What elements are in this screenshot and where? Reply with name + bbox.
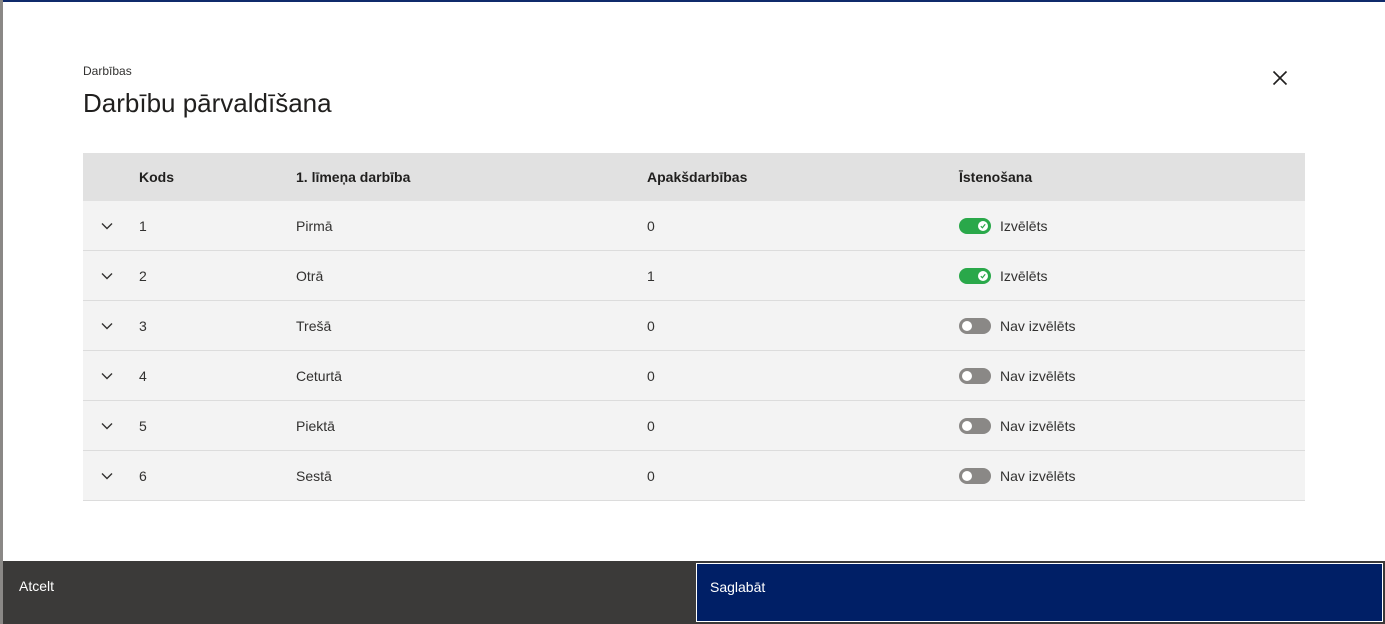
save-button-label: Saglabāt bbox=[710, 579, 766, 595]
implementation-toggle[interactable] bbox=[959, 417, 991, 434]
implementation-toggle[interactable] bbox=[959, 367, 991, 384]
expand-cell bbox=[83, 451, 131, 500]
cell-name: Otrā bbox=[296, 267, 324, 284]
toggle-knob bbox=[978, 270, 988, 281]
close-icon bbox=[1272, 70, 1288, 91]
cell-subactivities: 0 bbox=[647, 317, 655, 334]
cell-code: 2 bbox=[139, 267, 147, 284]
expand-cell bbox=[83, 301, 131, 350]
cell-code: 3 bbox=[139, 317, 147, 334]
check-icon bbox=[980, 223, 986, 229]
top-border bbox=[0, 0, 1385, 2]
toggle-knob bbox=[978, 220, 988, 231]
implementation-status: Nav izvēlēts bbox=[1000, 417, 1076, 434]
cell-name: Piektā bbox=[296, 417, 335, 434]
activities-grid: Kods 1. līmeņa darbība Apakšdarbības Īst… bbox=[83, 153, 1305, 501]
implementation-toggle[interactable] bbox=[959, 317, 991, 334]
cell-subactivities: 0 bbox=[647, 217, 655, 234]
table-row[interactable]: 5 Piektā 0 Nav izvēlēts bbox=[83, 401, 1305, 451]
cell-implementation: Nav izvēlēts bbox=[959, 301, 1075, 350]
cell-implementation: Izvēlēts bbox=[959, 251, 1047, 300]
cell-implementation: Nav izvēlēts bbox=[959, 401, 1075, 450]
cell-implementation: Izvēlēts bbox=[959, 201, 1047, 250]
chevron-down-icon[interactable] bbox=[100, 469, 114, 483]
cell-name: Sestā bbox=[296, 467, 332, 484]
expand-cell bbox=[83, 401, 131, 450]
breadcrumb: Darbības bbox=[83, 64, 132, 78]
grid-body: 1 Pirmā 0 Izvēlēts 2 Otrā 1 Izvēlēts 3 T… bbox=[83, 201, 1305, 501]
implementation-toggle[interactable] bbox=[959, 467, 991, 484]
cancel-button[interactable]: Atcelt bbox=[3, 561, 695, 624]
toggle-knob bbox=[962, 470, 972, 481]
cell-code: 4 bbox=[139, 367, 147, 384]
cell-implementation: Nav izvēlēts bbox=[959, 351, 1075, 400]
close-button[interactable] bbox=[1266, 66, 1294, 94]
implementation-status: Izvēlēts bbox=[1000, 217, 1048, 234]
implementation-status: Nav izvēlēts bbox=[1000, 367, 1076, 384]
column-header-code[interactable]: Kods bbox=[139, 153, 174, 201]
cell-code: 1 bbox=[139, 217, 147, 234]
cell-subactivities: 0 bbox=[647, 467, 655, 484]
toggle-knob bbox=[962, 320, 972, 331]
dialog: Darbības Darbību pārvaldīšana Kods 1. lī… bbox=[0, 0, 1385, 624]
cell-name: Ceturtā bbox=[296, 367, 342, 384]
expand-cell bbox=[83, 251, 131, 300]
cell-subactivities: 0 bbox=[647, 367, 655, 384]
expand-cell bbox=[83, 351, 131, 400]
chevron-down-icon[interactable] bbox=[100, 369, 114, 383]
save-button[interactable]: Saglabāt bbox=[696, 563, 1383, 622]
check-icon bbox=[980, 273, 986, 279]
column-header-implementation[interactable]: Īstenošana bbox=[959, 153, 1032, 201]
implementation-toggle[interactable] bbox=[959, 267, 991, 284]
toggle-knob bbox=[962, 420, 972, 431]
implementation-status: Nav izvēlēts bbox=[1000, 317, 1076, 334]
table-row[interactable]: 4 Ceturtā 0 Nav izvēlēts bbox=[83, 351, 1305, 401]
table-row[interactable]: 6 Sestā 0 Nav izvēlēts bbox=[83, 451, 1305, 501]
cell-implementation: Nav izvēlēts bbox=[959, 451, 1075, 500]
cell-subactivities: 1 bbox=[647, 267, 655, 284]
toggle-knob bbox=[962, 370, 972, 381]
cell-name: Pirmā bbox=[296, 217, 333, 234]
implementation-status: Nav izvēlēts bbox=[1000, 467, 1076, 484]
table-row[interactable]: 1 Pirmā 0 Izvēlēts bbox=[83, 201, 1305, 251]
expand-cell bbox=[83, 201, 131, 250]
page-title: Darbību pārvaldīšana bbox=[83, 88, 332, 118]
grid-header: Kods 1. līmeņa darbība Apakšdarbības Īst… bbox=[83, 153, 1305, 201]
implementation-status: Izvēlēts bbox=[1000, 267, 1048, 284]
left-border bbox=[0, 0, 3, 624]
implementation-toggle[interactable] bbox=[959, 217, 991, 234]
chevron-down-icon[interactable] bbox=[100, 419, 114, 433]
cell-subactivities: 0 bbox=[647, 417, 655, 434]
table-row[interactable]: 3 Trešā 0 Nav izvēlēts bbox=[83, 301, 1305, 351]
chevron-down-icon[interactable] bbox=[100, 319, 114, 333]
cell-code: 5 bbox=[139, 417, 147, 434]
footer: Atcelt Saglabāt bbox=[3, 561, 1385, 624]
cell-name: Trešā bbox=[296, 317, 332, 334]
cancel-button-label: Atcelt bbox=[19, 578, 55, 594]
chevron-down-icon[interactable] bbox=[100, 269, 114, 283]
column-header-subactivities[interactable]: Apakšdarbības bbox=[647, 153, 747, 201]
cell-code: 6 bbox=[139, 467, 147, 484]
chevron-down-icon[interactable] bbox=[100, 219, 114, 233]
column-header-name[interactable]: 1. līmeņa darbība bbox=[296, 153, 410, 201]
table-row[interactable]: 2 Otrā 1 Izvēlēts bbox=[83, 251, 1305, 301]
